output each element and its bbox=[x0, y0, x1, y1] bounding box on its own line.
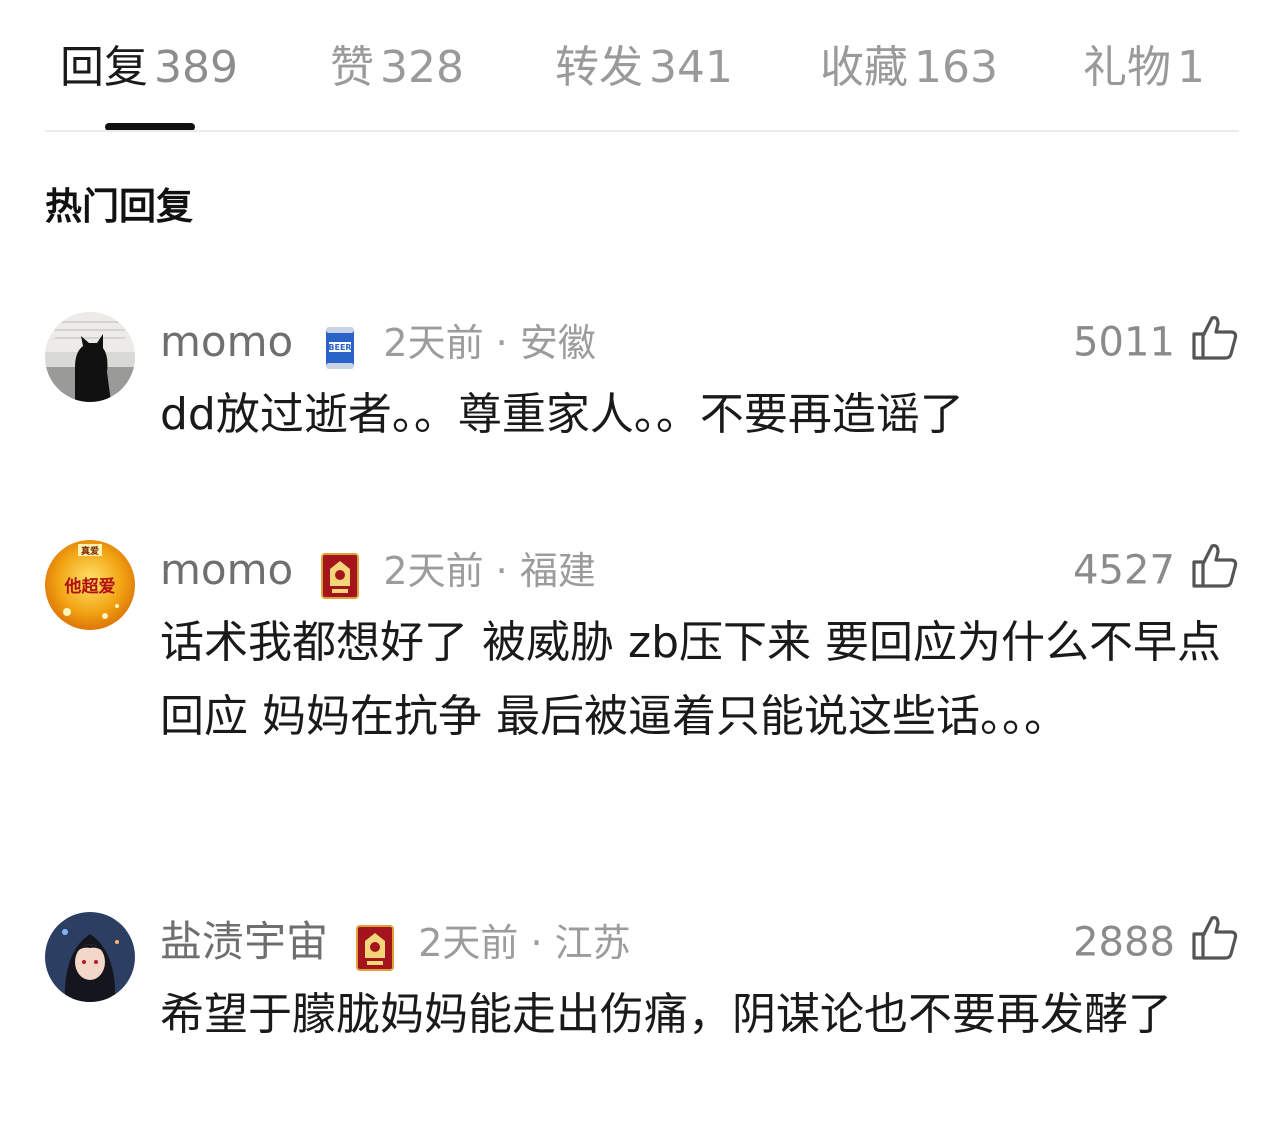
svg-text:真爱: 真爱 bbox=[81, 545, 99, 557]
thumbs-up-icon bbox=[1190, 312, 1240, 362]
tab-likes-count: 328 bbox=[380, 42, 464, 93]
comment-header: momo 2天前 · 福建 bbox=[160, 540, 596, 600]
avatar[interactable] bbox=[45, 912, 135, 1002]
comment-meta: 2天前 · 江苏 bbox=[418, 921, 631, 965]
tab-gifts-label: 礼物 bbox=[1083, 42, 1171, 93]
tab-likes-label: 赞 bbox=[330, 42, 374, 93]
thumbs-up-icon bbox=[1190, 540, 1240, 590]
like-count: 4527 bbox=[1073, 547, 1175, 594]
like-button[interactable]: 4527 bbox=[1073, 540, 1240, 600]
avatar-cat-image bbox=[45, 312, 135, 402]
like-button[interactable]: 2888 bbox=[1073, 912, 1240, 972]
svg-text:他超爱: 他超爱 bbox=[64, 576, 116, 597]
svg-text:BEER: BEER bbox=[329, 343, 352, 352]
tabs-divider bbox=[45, 130, 1239, 132]
comment-text: 希望于朦胧妈妈能走出伤痛，阴谋论也不要再发酵了 bbox=[160, 989, 1172, 1040]
avatar[interactable] bbox=[45, 312, 135, 402]
like-count: 2888 bbox=[1073, 919, 1175, 966]
tab-replies-count: 389 bbox=[154, 42, 238, 93]
username[interactable]: momo bbox=[160, 317, 293, 366]
tab-favorites-count: 163 bbox=[914, 42, 998, 93]
red-envelope-badge-icon bbox=[320, 552, 360, 600]
comment-meta: 2天前 · 福建 bbox=[383, 549, 596, 593]
tab-replies-label: 回复 bbox=[60, 42, 148, 93]
avatar-anime-character-image bbox=[45, 912, 135, 1002]
username[interactable]: momo bbox=[160, 545, 293, 594]
tab-gifts[interactable]: 礼物 1 bbox=[1083, 38, 1205, 98]
beer-can-badge-icon: BEER bbox=[320, 324, 360, 372]
section-title-hot-replies: 热门回复 bbox=[45, 185, 193, 228]
avatar-golden-text-image: 真爱 他超爱 bbox=[45, 540, 135, 630]
red-envelope-badge-icon bbox=[355, 924, 395, 972]
username[interactable]: 盐渍宇宙 bbox=[160, 917, 328, 966]
tab-gifts-count: 1 bbox=[1177, 42, 1205, 93]
thumbs-up-icon bbox=[1190, 912, 1240, 962]
comment-header: momo BEER 2天前 · 安徽 bbox=[160, 312, 596, 372]
comment-header: 盐渍宇宙 2天前 · 江苏 bbox=[160, 912, 631, 972]
tab-replies[interactable]: 回复 389 bbox=[60, 38, 238, 98]
tab-reposts-label: 转发 bbox=[555, 42, 643, 93]
comment-meta: 2天前 · 安徽 bbox=[383, 321, 596, 365]
tab-favorites-label: 收藏 bbox=[820, 42, 908, 93]
tab-bar: 回复 389 赞 328 转发 341 收藏 163 礼物 1 bbox=[0, 0, 1284, 132]
comment-text: dd放过逝者。。尊重家人。。不要再造谣了 bbox=[160, 389, 964, 440]
tab-favorites[interactable]: 收藏 163 bbox=[820, 38, 998, 98]
like-button[interactable]: 5011 bbox=[1073, 312, 1240, 372]
avatar[interactable]: 真爱 他超爱 bbox=[45, 540, 135, 630]
tab-reposts[interactable]: 转发 341 bbox=[555, 38, 733, 98]
comment-text: 话术我都想好了 被威胁 zb压下来 要回应为什么不早点回应 妈妈在抗争 最后被逼… bbox=[160, 617, 1221, 742]
tab-likes[interactable]: 赞 328 bbox=[330, 38, 464, 98]
tab-reposts-count: 341 bbox=[649, 42, 733, 93]
like-count: 5011 bbox=[1073, 319, 1175, 366]
